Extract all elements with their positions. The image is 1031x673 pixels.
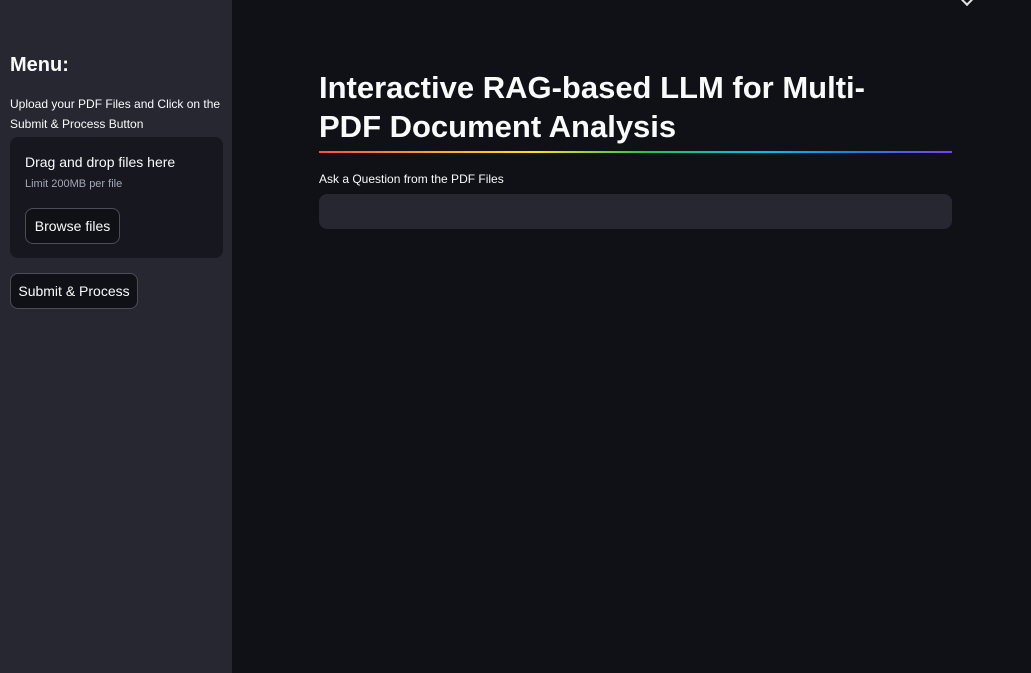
sidebar-title: Menu:: [10, 54, 69, 76]
dropzone-limit: Limit 200MB per file: [25, 178, 123, 190]
title-divider: [319, 151, 952, 153]
sidebar-description: Upload your PDF Files and Click on the S…: [10, 97, 221, 131]
question-input[interactable]: [319, 194, 952, 229]
browse-files-button[interactable]: Browse files: [25, 208, 120, 244]
file-dropzone[interactable]: Drag and drop files here Limit 200MB per…: [10, 137, 223, 258]
main-content: Interactive RAG-based LLM for Multi-PDF …: [232, 0, 1031, 673]
submit-process-button[interactable]: Submit & Process: [10, 273, 138, 309]
sidebar: Menu: Upload your PDF Files and Click on…: [0, 0, 232, 673]
question-label: Ask a Question from the PDF Files: [319, 172, 504, 186]
chevron-down-icon[interactable]: [959, 0, 975, 7]
page-title: Interactive RAG-based LLM for Multi-PDF …: [319, 70, 865, 144]
dropzone-instructions: Drag and drop files here: [25, 154, 176, 170]
app-window: Menu: Upload your PDF Files and Click on…: [0, 0, 1031, 673]
